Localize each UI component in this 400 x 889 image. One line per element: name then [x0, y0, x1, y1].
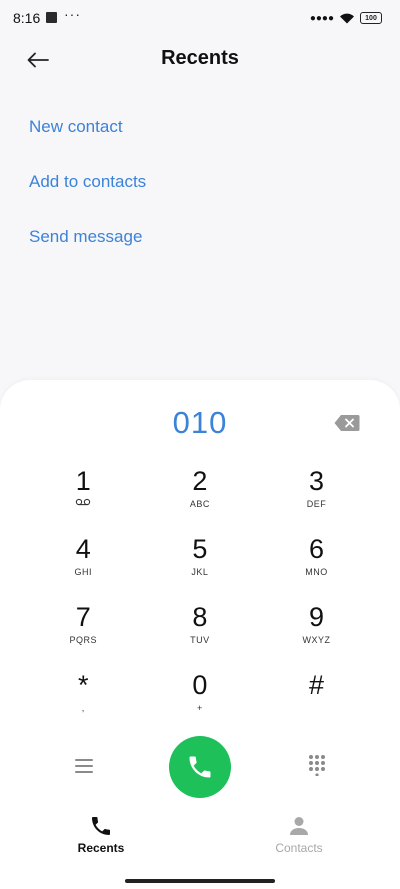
key-8[interactable]: 8 TUV [142, 602, 259, 670]
backspace-icon [334, 415, 360, 431]
menu-button[interactable] [72, 754, 96, 778]
key-3[interactable]: 3 DEF [258, 466, 375, 534]
key-digit: 1 [75, 466, 91, 496]
signal-icon: ●●●● [309, 12, 334, 24]
key-digit: 5 [192, 534, 208, 564]
add-to-contacts-link[interactable]: Add to contacts [29, 172, 146, 192]
send-message-link[interactable]: Send message [29, 227, 142, 247]
header: Recents [0, 38, 400, 82]
key-digit: 4 [75, 534, 91, 564]
key-0[interactable]: 0 + [142, 670, 259, 738]
home-indicator[interactable] [125, 879, 275, 883]
key-digit: * [78, 670, 89, 700]
dialer-panel: 010 1 2 ABC 3 DEF 4 GHI 5 JKL 6 MNO 7 PQ… [0, 380, 400, 889]
key-letters: ABC [189, 499, 210, 509]
wifi-icon [340, 13, 354, 24]
key-letters: WXYZ [302, 635, 331, 645]
key-letters: + [197, 703, 203, 713]
tab-recents[interactable]: Recents [41, 814, 161, 855]
dial-controls [0, 736, 400, 800]
more-notifications-icon: ··· [64, 6, 81, 22]
menu-icon [75, 759, 93, 773]
key-digit: 6 [308, 534, 324, 564]
bottom-nav: Recents Contacts [0, 814, 400, 864]
status-time: 8:16 [13, 10, 41, 26]
key-hash[interactable]: # [258, 670, 375, 738]
tab-contacts-label: Contacts [275, 841, 323, 855]
new-contact-link[interactable]: New contact [29, 117, 123, 137]
key-letters: JKL [191, 567, 209, 577]
keypad-toggle-button[interactable] [306, 754, 328, 777]
key-digit: 0 [192, 670, 208, 700]
page-title: Recents [161, 47, 239, 69]
tab-recents-label: Recents [77, 841, 125, 855]
key-star[interactable]: * , [25, 670, 142, 738]
key-digit: 3 [308, 466, 324, 496]
key-digit: # [308, 670, 324, 700]
phone-icon [189, 756, 211, 778]
backspace-button[interactable] [334, 414, 360, 432]
keypad: 1 2 ABC 3 DEF 4 GHI 5 JKL 6 MNO 7 PQRS 8… [25, 466, 375, 738]
key-letters: , [81, 703, 85, 713]
status-bar: 8:16 ··· ●●●● 100 [0, 0, 400, 36]
key-1[interactable]: 1 [25, 466, 142, 534]
voicemail-icon [75, 498, 91, 510]
key-5[interactable]: 5 JKL [142, 534, 259, 602]
tab-contacts[interactable]: Contacts [239, 814, 359, 855]
key-letters: TUV [190, 635, 210, 645]
key-digit: 7 [75, 602, 91, 632]
status-icons: ●●●● 100 [310, 11, 382, 25]
key-6[interactable]: 6 MNO [258, 534, 375, 602]
key-9[interactable]: 9 WXYZ [258, 602, 375, 670]
key-2[interactable]: 2 ABC [142, 466, 259, 534]
notification-square-icon [46, 12, 57, 23]
key-letters: GHI [74, 567, 93, 577]
key-letters: DEF [306, 499, 327, 509]
dialpad-icon [309, 755, 325, 777]
key-digit: 2 [192, 466, 208, 496]
key-letters: MNO [305, 567, 328, 577]
battery-icon: 100 [360, 12, 382, 24]
key-digit: 8 [192, 602, 208, 632]
key-4[interactable]: 4 GHI [25, 534, 142, 602]
call-button[interactable] [169, 736, 231, 798]
phone-icon [92, 817, 110, 835]
key-letters: PQRS [69, 635, 98, 645]
person-icon [290, 817, 308, 835]
key-7[interactable]: 7 PQRS [25, 602, 142, 670]
key-digit: 9 [308, 602, 324, 632]
